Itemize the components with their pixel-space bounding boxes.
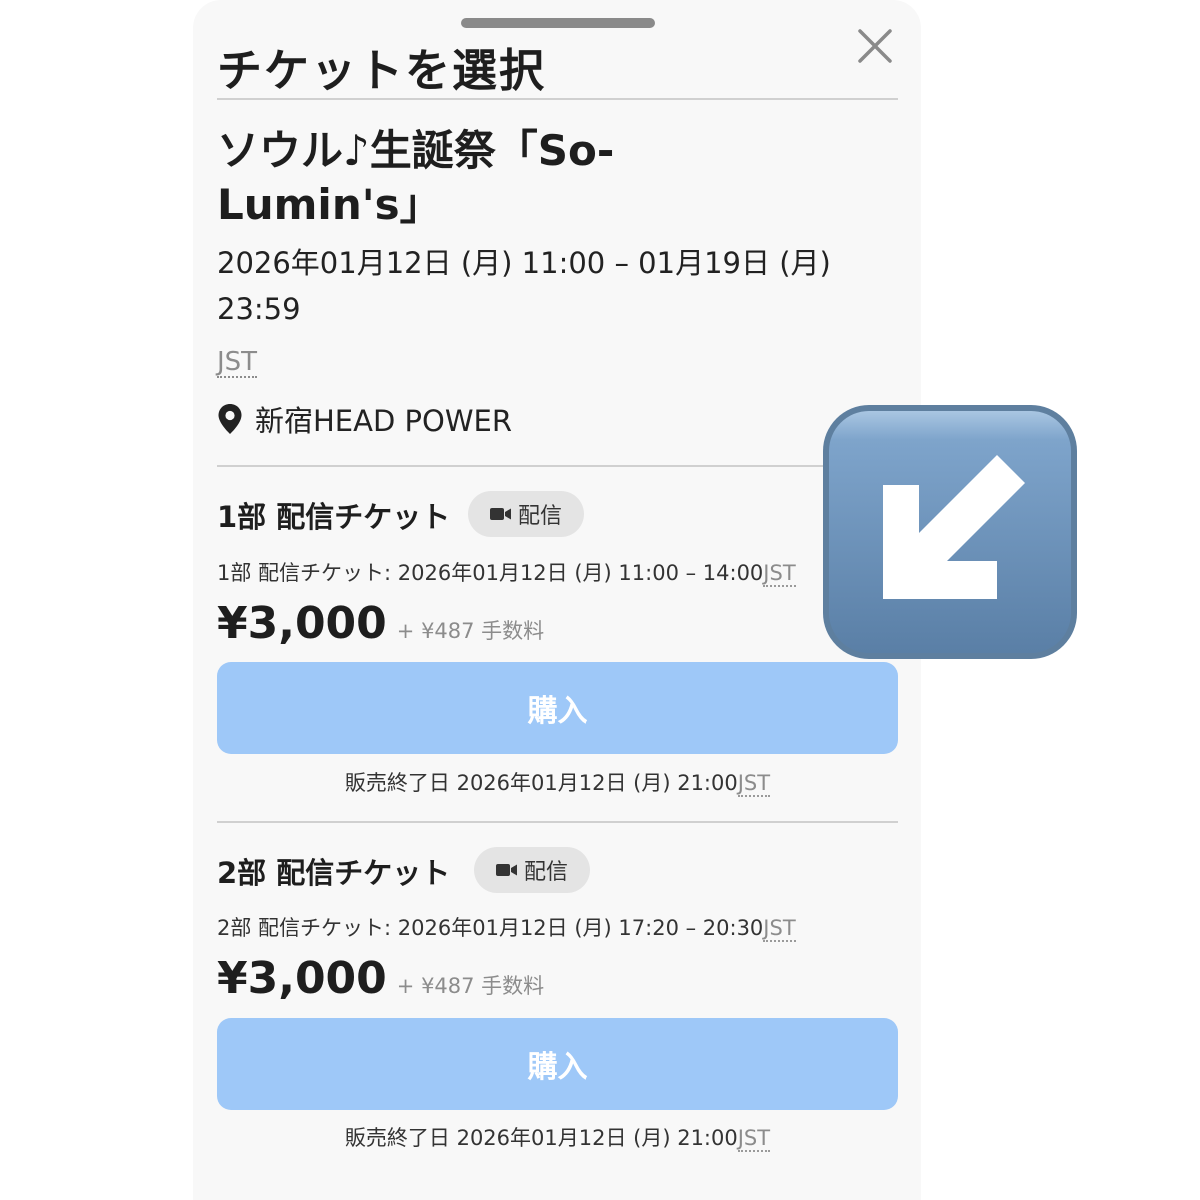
sheet-title: チケットを選択 [217,44,547,97]
ticket-price: ¥3,000 [217,598,387,649]
video-camera-icon [490,508,511,520]
ticket-fee: + ¥487 手数料 [396,974,545,998]
ticket-detail-timezone[interactable]: JST [763,561,796,587]
sale-end-timezone[interactable]: JST [737,771,771,797]
stream-badge: 配信 [474,847,591,893]
sale-end-text: 販売終了日 2026年01月12日 (月) 21:00 [344,771,738,795]
ticket-name: 1部 配信チケット [217,500,451,534]
section-divider [217,821,898,823]
sale-end-date: 販売終了日 2026年01月12日 (月) 21:00JST [217,1122,898,1152]
sale-end-timezone[interactable]: JST [737,1126,771,1152]
down-left-arrow-emoji [821,403,1079,661]
header-divider [217,98,898,100]
ticket-price: ¥3,000 [217,953,387,1004]
buy-button[interactable]: 購入 [217,662,898,754]
event-dates: 2026年01月12日 (月) 11:00 – 01月19日 (月) 23:59 [217,246,831,326]
badge-label: 配信 [524,860,569,885]
video-camera-icon [496,864,517,876]
sale-end-date: 販売終了日 2026年01月12日 (月) 21:00JST [217,767,898,797]
ticket-detail: 1部 配信チケット: 2026年01月12日 (月) 11:00 – 14:00… [217,557,796,587]
close-icon [858,29,892,63]
stream-badge: 配信 [468,491,585,537]
venue-name: 新宿HEAD POWER [255,404,512,438]
section-divider [217,465,898,467]
ticket-fee: + ¥487 手数料 [396,619,545,643]
ticket-detail-timezone[interactable]: JST [763,916,796,942]
ticket-name: 2部 配信チケット [217,856,451,890]
drag-handle[interactable] [461,18,655,28]
event-title: ソウル♪生誕祭「So-Lumin's」 [217,126,615,229]
event-timezone[interactable]: JST [217,348,258,378]
ticket-detail: 2部 配信チケット: 2026年01月12日 (月) 17:20 – 20:30… [217,912,796,942]
page: チケットを選択 ソウル♪生誕祭「So-Lumin's」 2026年01月12日 … [0,0,1200,1200]
price-row: ¥3,000 + ¥487 手数料 [217,598,544,649]
down-left-arrow-emoji-icon [823,405,1077,659]
close-button[interactable] [853,24,897,68]
location-pin-icon [218,404,242,434]
event-venue: 新宿HEAD POWER [217,398,512,440]
price-row: ¥3,000 + ¥487 手数料 [217,953,544,1004]
ticket-detail-text: 1部 配信チケット: 2026年01月12日 (月) 11:00 – 14:00 [217,561,764,585]
ticket-select-sheet: チケットを選択 ソウル♪生誕祭「So-Lumin's」 2026年01月12日 … [193,0,921,1200]
buy-button[interactable]: 購入 [217,1018,898,1110]
badge-label: 配信 [518,504,563,529]
ticket-detail-text: 2部 配信チケット: 2026年01月12日 (月) 17:20 – 20:30 [217,916,764,940]
sale-end-text: 販売終了日 2026年01月12日 (月) 21:00 [344,1126,738,1150]
